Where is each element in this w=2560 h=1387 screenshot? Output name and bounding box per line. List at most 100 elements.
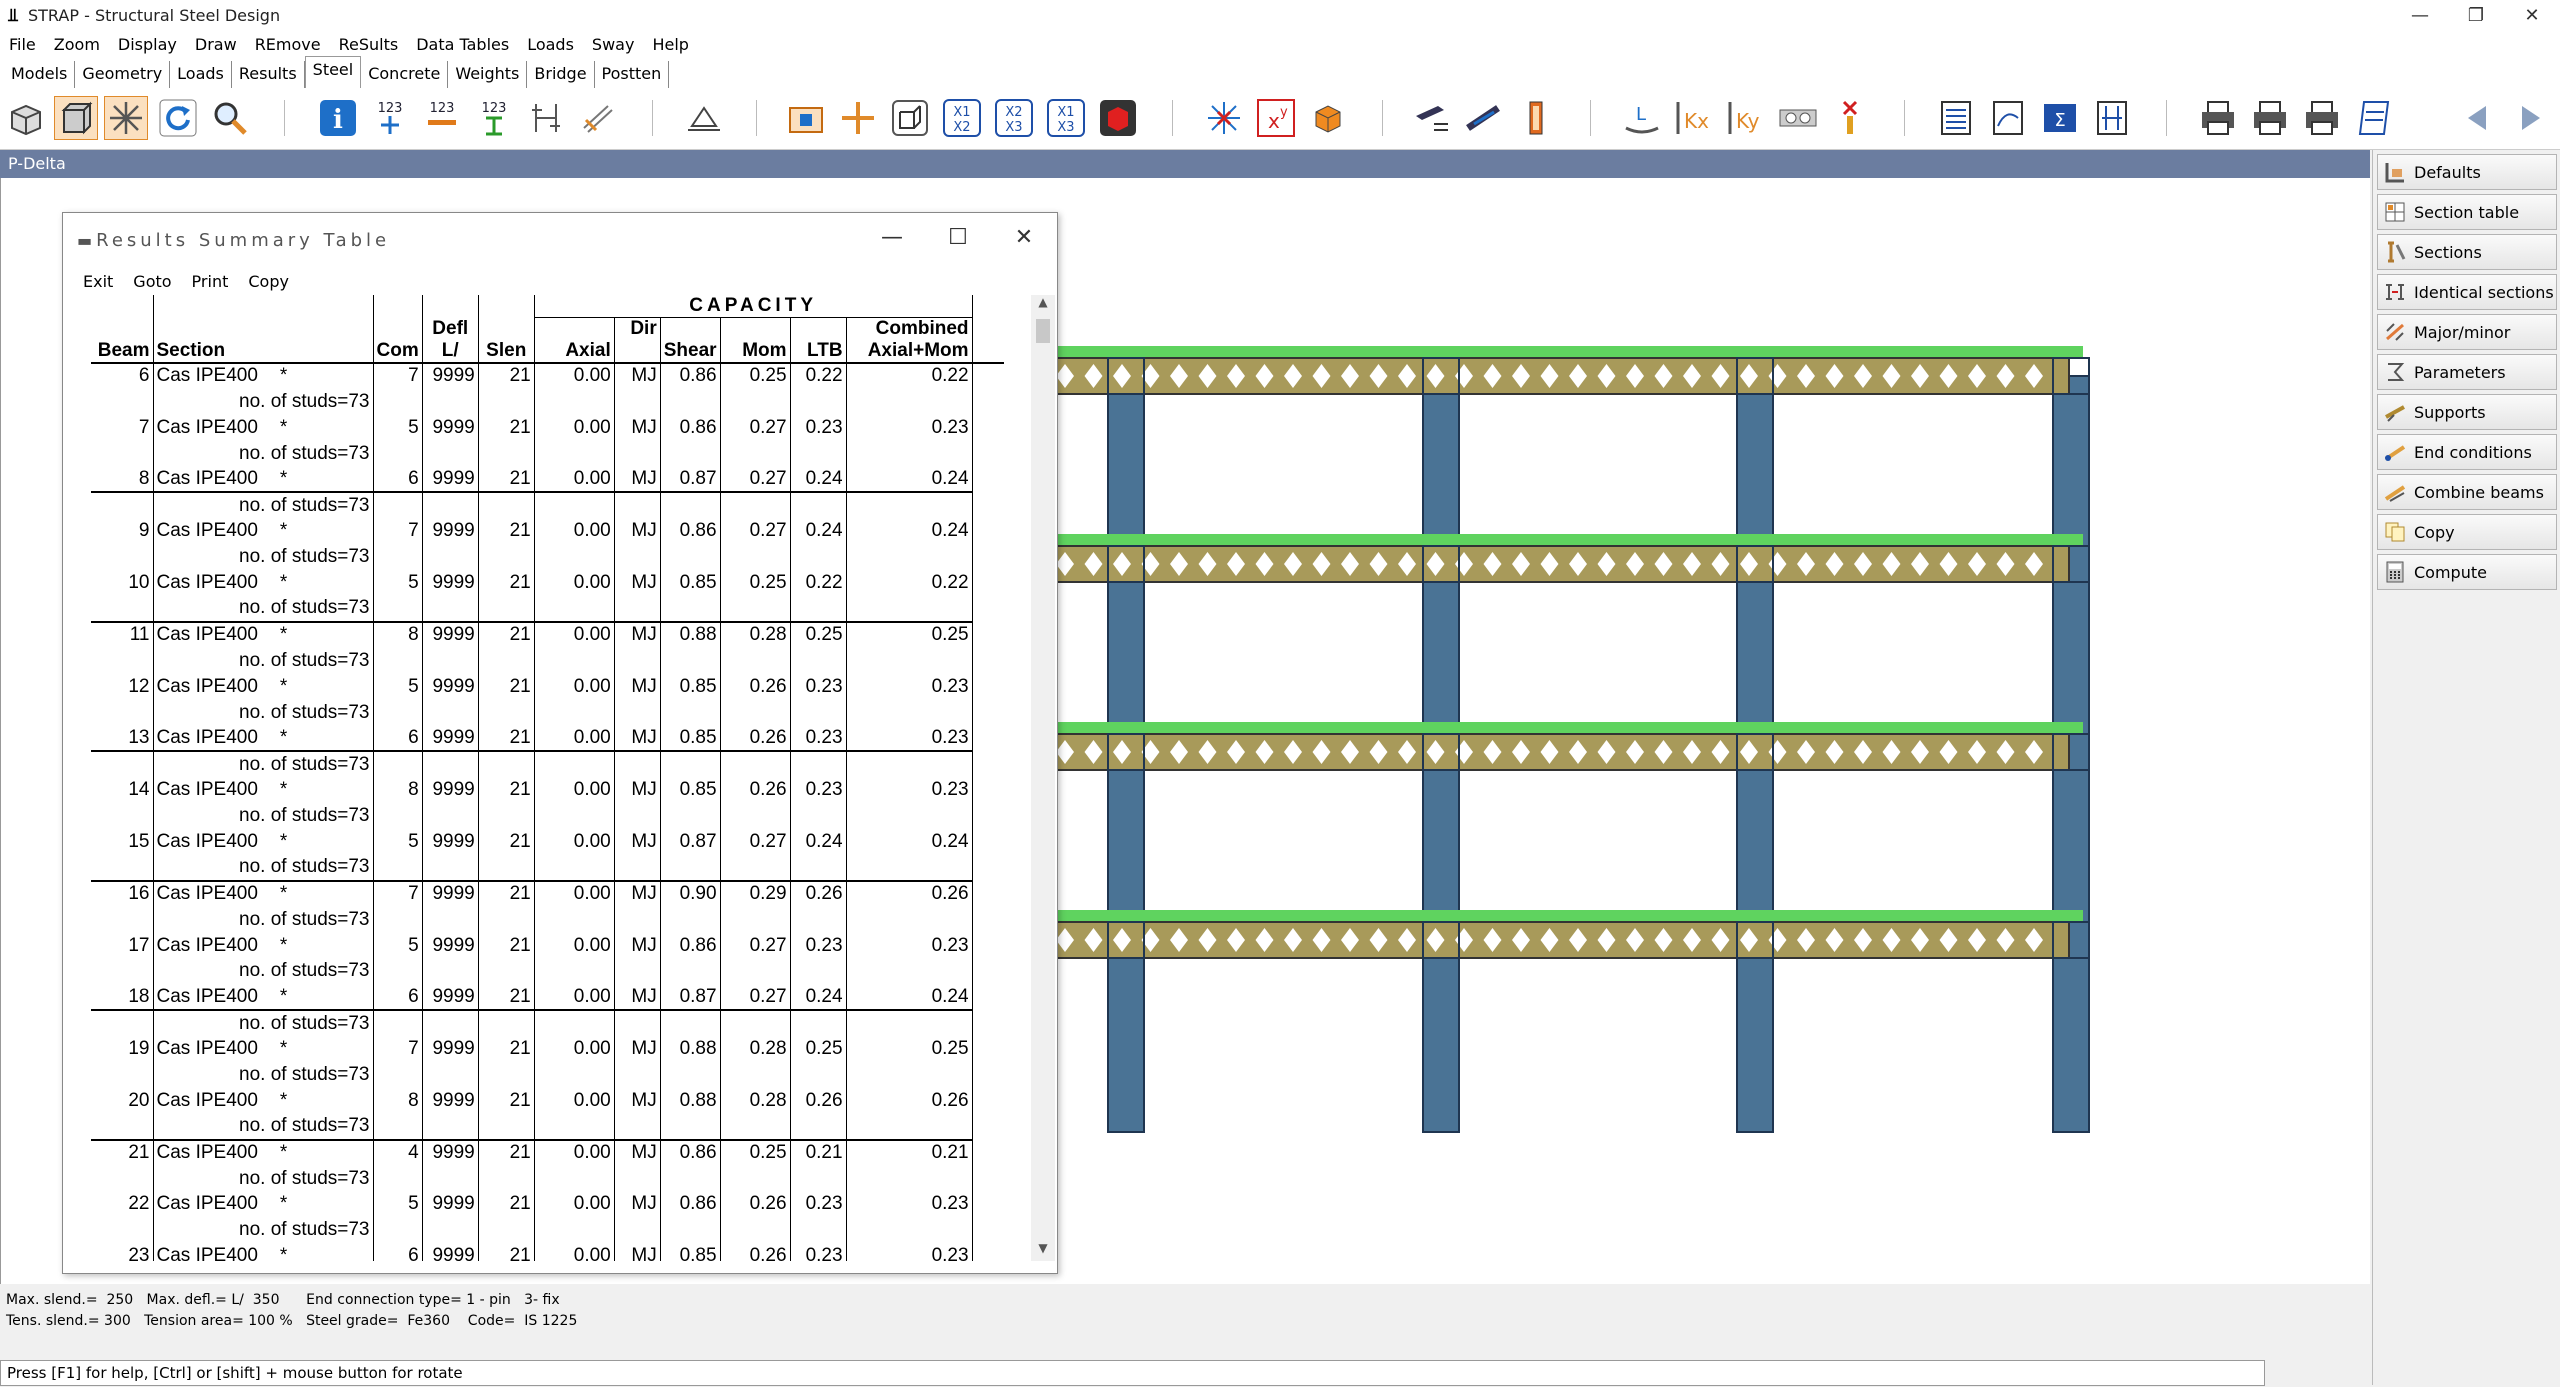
dir-cell: MJ (614, 414, 661, 441)
support-icon[interactable] (682, 96, 726, 140)
view-3d-icon[interactable] (4, 96, 48, 140)
dialog-minimize-button[interactable]: — (859, 225, 925, 250)
tab-loads[interactable]: Loads (170, 61, 232, 88)
dialog-menu-print[interactable]: Print (192, 272, 229, 291)
tab-postten[interactable]: Postten (595, 61, 670, 88)
table-cell (534, 1113, 615, 1141)
restore-button[interactable]: ❐ (2448, 0, 2504, 30)
menu-data-tables[interactable]: Data Tables (407, 35, 518, 54)
prev-arrow-icon[interactable] (2456, 96, 2500, 140)
graph-icon[interactable] (1986, 96, 2030, 140)
tab-bridge[interactable]: Bridge (527, 61, 595, 88)
sum-icon[interactable]: Σ (2038, 96, 2082, 140)
dialog-menu-exit[interactable]: Exit (83, 272, 113, 291)
tab-results[interactable]: Results (232, 61, 305, 88)
section-table-button[interactable]: Section table (2377, 194, 2557, 230)
dialog-maximize-button[interactable]: ☐ (925, 225, 991, 250)
section-cell: Cas IPE400 * (153, 777, 374, 804)
dialog-close-button[interactable]: ✕ (991, 225, 1057, 250)
delete-icon[interactable] (1828, 96, 1872, 140)
section-name: Cas IPE400 (156, 365, 258, 387)
defaults-button[interactable]: Defaults (2377, 154, 2557, 190)
minimize-button[interactable]: — (2392, 0, 2448, 30)
scroll-up-arrow[interactable]: ▲ (1031, 295, 1055, 315)
solid-view-icon[interactable] (54, 96, 98, 140)
table-cell (720, 388, 791, 415)
sections-button[interactable]: Sections (2377, 234, 2557, 270)
scroll-thumb[interactable] (1036, 319, 1050, 343)
menu-loads[interactable]: Loads (518, 35, 583, 54)
studs-row: no. of studs=73 (91, 906, 1004, 933)
view-x1x3-icon[interactable]: X1 X3 (1044, 96, 1088, 140)
print-preview-icon[interactable] (2248, 96, 2292, 140)
kx-icon[interactable]: Kx (1672, 96, 1716, 140)
table-cell (972, 984, 1004, 1010)
number-elements-icon[interactable]: 123 (472, 96, 516, 140)
mom-cell: 0.29 (720, 880, 791, 907)
isometric-icon[interactable] (888, 96, 932, 140)
zoom-icon[interactable] (208, 96, 252, 140)
column-icon[interactable] (1514, 96, 1558, 140)
xy-axes-icon[interactable]: xy (1254, 96, 1298, 140)
studs-cell: no. of studs=73 (153, 751, 374, 778)
menu-remove[interactable]: REmove (246, 35, 330, 54)
tab-steel[interactable]: Steel (304, 56, 362, 88)
menu-sway[interactable]: Sway (583, 35, 644, 54)
beam-list-icon[interactable] (1410, 96, 1454, 140)
table-scrollbar[interactable]: ▲ ▼ (1031, 295, 1055, 1261)
tab-concrete[interactable]: Concrete (361, 61, 449, 88)
number-beams-icon[interactable]: 123 (420, 96, 464, 140)
menu-zoom[interactable]: Zoom (45, 35, 109, 54)
menu-help[interactable]: Help (643, 35, 697, 54)
table-row: 6 Cas IPE400 * 7 9999 21 0.00 MJ 0.86 0.25 0.22 0.2… (91, 363, 1004, 389)
tab-geometry[interactable]: Geometry (75, 61, 171, 88)
compute-button[interactable]: Compute (2377, 554, 2557, 590)
studs-icon[interactable] (1776, 96, 1820, 140)
end-conditions-button[interactable]: End conditions (2377, 434, 2557, 470)
tab-weights[interactable]: Weights (448, 61, 528, 88)
close-button[interactable]: ✕ (2504, 0, 2560, 30)
identical-sections-button[interactable]: Identical sections (2377, 274, 2557, 310)
scroll-down-arrow[interactable]: ▼ (1031, 1241, 1055, 1261)
parameters-button[interactable]: Parameters (2377, 354, 2557, 390)
dialog-menu-goto[interactable]: Goto (133, 272, 171, 291)
menu-draw[interactable]: Draw (186, 35, 246, 54)
menu-file[interactable]: File (0, 35, 45, 54)
local-axes-icon[interactable] (1202, 96, 1246, 140)
combine-beams-button[interactable]: Combine beams (2377, 474, 2557, 510)
menu-results[interactable]: ReSults (330, 35, 408, 54)
explode-icon[interactable] (104, 96, 148, 140)
window-select-icon[interactable] (784, 96, 828, 140)
com-cell: 8 (373, 621, 423, 648)
dialog-menu-copy[interactable]: Copy (248, 272, 289, 291)
print-setup-icon[interactable] (2300, 96, 2344, 140)
table-icon[interactable] (1934, 96, 1978, 140)
beam-cell: 8 (91, 466, 154, 494)
move-icon[interactable] (836, 96, 880, 140)
copy-button[interactable]: Copy (2377, 514, 2557, 550)
mom-cell: 0.26 (720, 1191, 791, 1218)
major-minor-button[interactable]: Major/minor (2377, 314, 2557, 350)
cube-icon[interactable] (1306, 96, 1350, 140)
section-list-icon[interactable] (2090, 96, 2134, 140)
table-cell (972, 1114, 1004, 1140)
next-arrow-icon[interactable] (2508, 96, 2552, 140)
page-layout-icon[interactable] (2352, 96, 2396, 140)
view-x1x2-icon[interactable]: X1 X2 (940, 96, 984, 140)
number-nodes-icon[interactable]: 123 (368, 96, 412, 140)
table-cell (720, 751, 791, 778)
info-icon[interactable]: i (316, 96, 360, 140)
render-icon[interactable] (1096, 96, 1140, 140)
redraw-icon[interactable] (156, 96, 200, 140)
length-icon[interactable]: L (1620, 96, 1664, 140)
ky-icon[interactable]: Ky (1724, 96, 1768, 140)
dimension-icon[interactable] (524, 96, 568, 140)
view-x2x3-icon[interactable]: X2 X3 (992, 96, 1036, 140)
print-icon[interactable] (2196, 96, 2240, 140)
supports-button[interactable]: Supports (2377, 394, 2557, 430)
menu-display[interactable]: Display (109, 35, 186, 54)
table-cell (534, 492, 615, 519)
axes-rotate-icon[interactable] (576, 96, 620, 140)
beam-section-icon[interactable] (1462, 96, 1506, 140)
tab-models[interactable]: Models (4, 61, 76, 88)
